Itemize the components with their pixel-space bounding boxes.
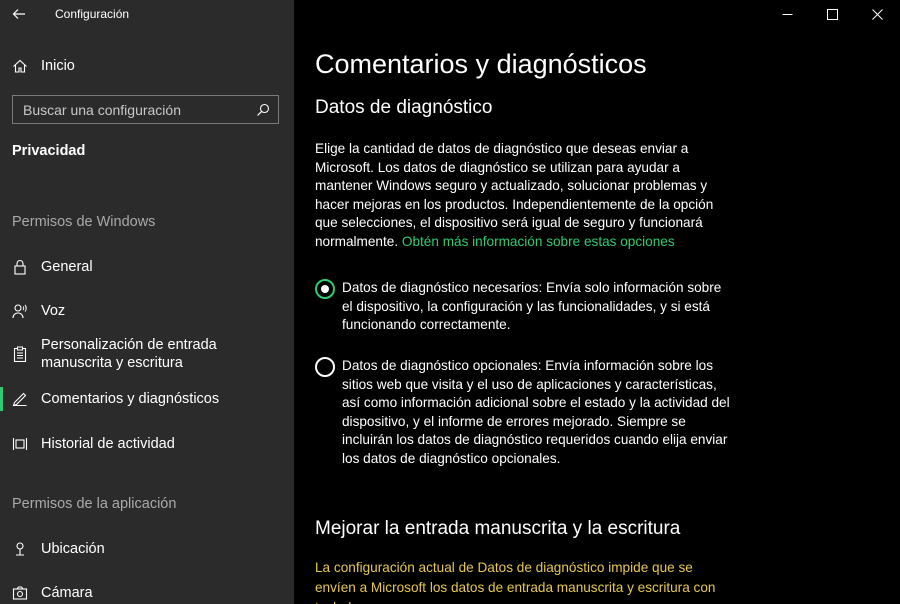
minimize-icon: [782, 13, 793, 15]
sidebar-item-feedback-diagnostics[interactable]: Comentarios y diagnósticos: [0, 381, 294, 417]
sidebar-item-activity-history[interactable]: Historial de actividad: [0, 434, 294, 454]
home-icon: [12, 58, 28, 74]
search-input[interactable]: [13, 101, 248, 118]
option-optional-diagnostic-data[interactable]: Datos de diagnóstico opcionales: Envía i…: [315, 357, 734, 469]
sidebar-item-inking-typing[interactable]: Personalización de entrada manuscrita y …: [0, 336, 294, 374]
diagnostic-description-text: Elige la cantidad de datos de diagnóstic…: [315, 141, 714, 249]
sidebar-item-label: General: [41, 259, 93, 275]
option-required-diagnostic-data[interactable]: Datos de diagnóstico necesarios: Envía s…: [315, 279, 734, 335]
learn-more-link[interactable]: Obtén más información sobre estas opcion…: [402, 234, 675, 249]
search-box[interactable]: [12, 95, 279, 124]
radio-button-optional[interactable]: [315, 357, 335, 377]
inking-typing-warning: La configuración actual de Datos de diag…: [315, 560, 716, 604]
timeline-icon: [12, 436, 28, 452]
close-icon: [872, 8, 883, 20]
maximize-icon: [827, 8, 838, 20]
arrow-left-icon: [12, 9, 25, 19]
lock-icon: [12, 259, 28, 275]
sidebar-item-label: Voz: [41, 303, 66, 319]
sidebar-item-label: Ubicación: [41, 541, 105, 557]
location-icon: [12, 541, 28, 557]
sidebar-item-label: Personalización de entrada manuscrita y …: [41, 337, 217, 371]
app-title: Configuración: [55, 7, 130, 21]
minimize-button[interactable]: [765, 0, 810, 28]
feedback-icon: [12, 391, 28, 407]
back-button[interactable]: [0, 0, 38, 28]
sidebar-item-voice[interactable]: Voz: [0, 301, 294, 321]
voice-icon: [12, 303, 28, 319]
sidebar: Configuración Inicio Privacidad Permisos…: [0, 0, 294, 604]
sidebar-item-home[interactable]: Inicio: [0, 48, 294, 84]
camera-icon: [12, 585, 28, 601]
sidebar-item-label: Inicio: [41, 58, 75, 74]
section-heading-inking-typing: Mejorar la entrada manuscrita y la escri…: [315, 518, 681, 539]
sidebar-item-location[interactable]: Ubicación: [0, 539, 294, 559]
sidebar-item-label: Cámara: [41, 585, 93, 601]
maximize-button[interactable]: [810, 0, 855, 28]
option-label: Datos de diagnóstico necesarios: Envía s…: [342, 280, 722, 333]
current-section-heading: Privacidad: [12, 143, 86, 159]
sidebar-item-label: Comentarios y diagnósticos: [41, 391, 220, 407]
page-title: Comentarios y diagnósticos: [315, 49, 647, 79]
close-button[interactable]: [855, 0, 900, 28]
group-label-windows-permissions: Permisos de Windows: [12, 214, 156, 230]
title-bar: Configuración: [0, 0, 294, 28]
sidebar-item-label: Historial de actividad: [41, 436, 175, 452]
main-content: Comentarios y diagnósticos Datos de diag…: [294, 0, 900, 604]
section-heading-diagnostic-data: Datos de diagnóstico: [315, 97, 493, 118]
radio-button-required[interactable]: [315, 279, 335, 299]
diagnostic-description: Elige la cantidad de datos de diagnóstic…: [315, 140, 735, 252]
sidebar-item-camera[interactable]: Cámara: [0, 583, 294, 603]
group-label-app-permissions: Permisos de la aplicación: [12, 496, 177, 512]
option-label: Datos de diagnóstico opcionales: Envía i…: [342, 358, 730, 466]
sidebar-item-general[interactable]: General: [0, 257, 294, 277]
search-icon[interactable]: [248, 103, 278, 117]
window-controls: [765, 0, 900, 28]
radio-dot: [321, 285, 329, 293]
clipboard-icon: [12, 346, 28, 362]
